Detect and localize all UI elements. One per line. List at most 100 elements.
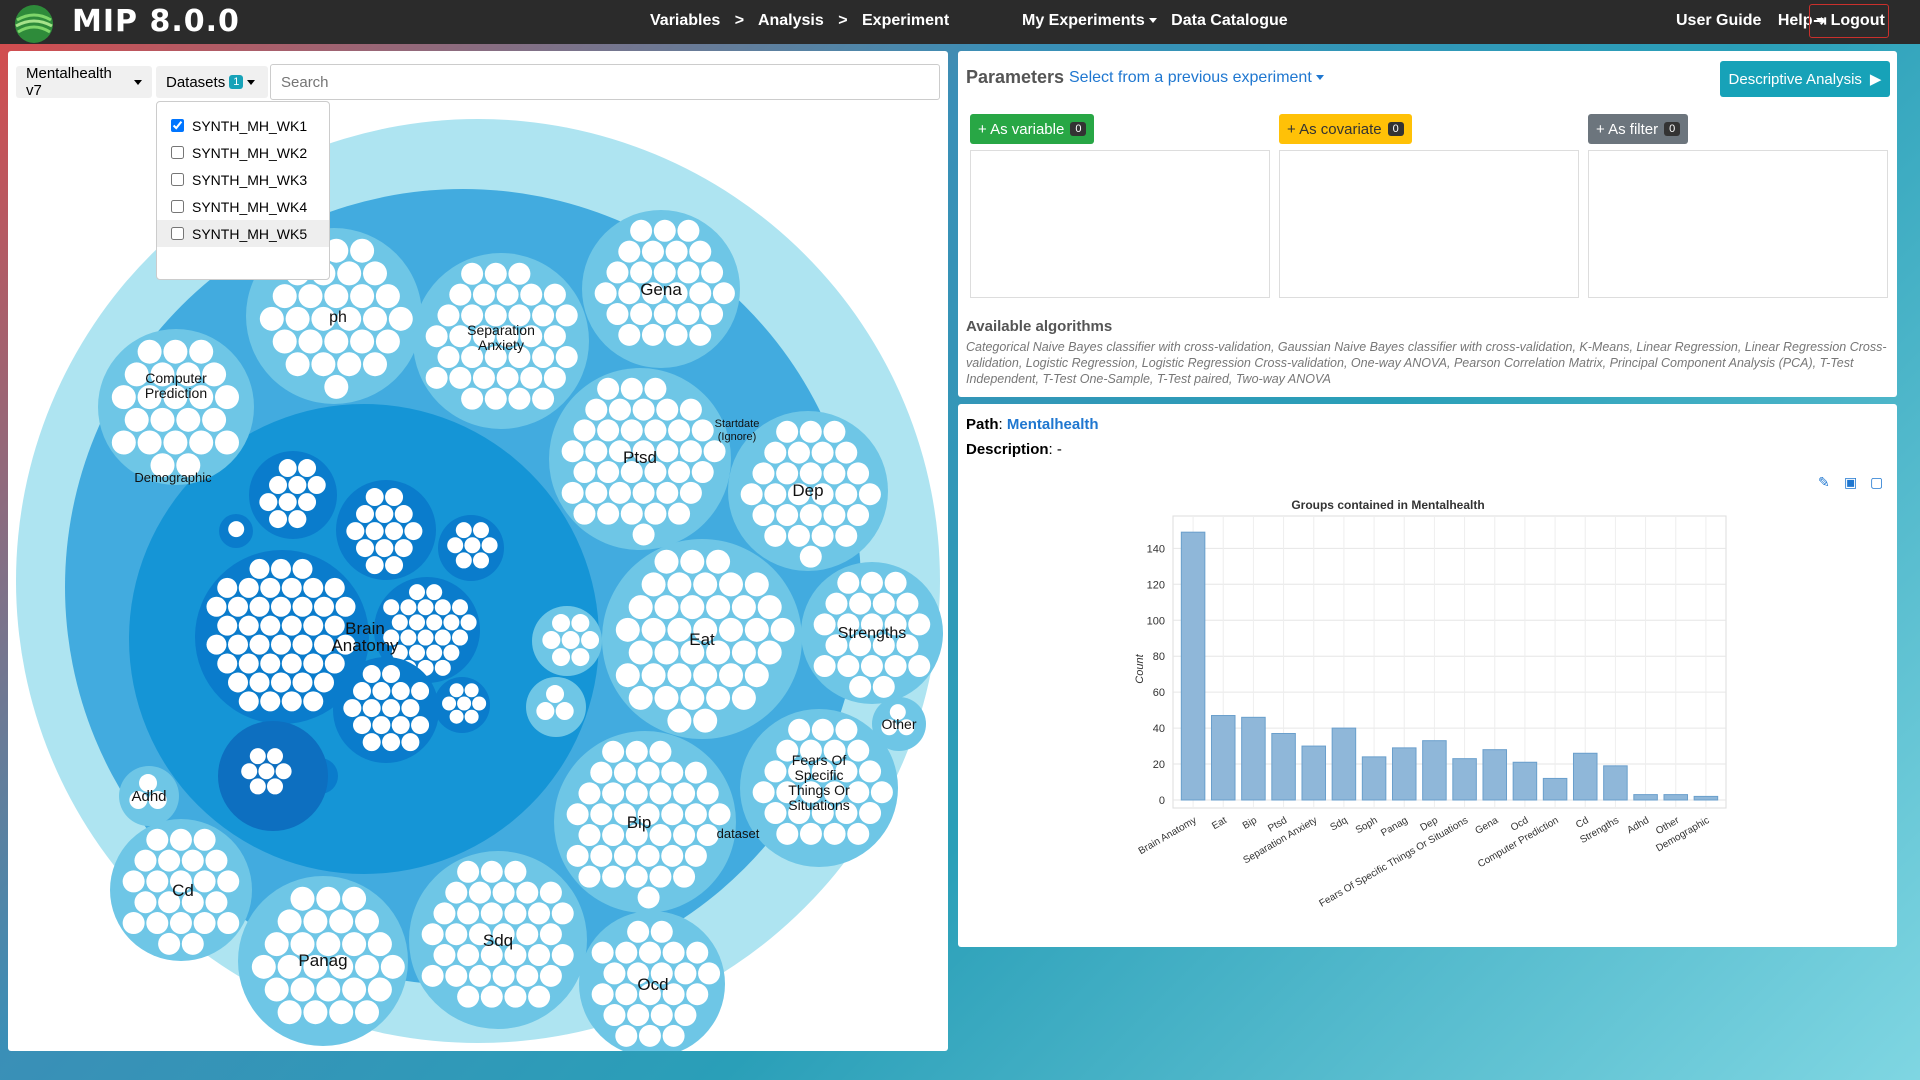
leaf-bubble[interactable] (504, 985, 527, 1008)
leaf-bubble[interactable] (400, 629, 417, 646)
leaf-bubble[interactable] (228, 521, 245, 538)
leaf-bubble[interactable] (472, 696, 487, 711)
leaf-bubble[interactable] (375, 505, 394, 524)
leaf-bubble[interactable] (238, 691, 259, 712)
leaf-bubble[interactable] (811, 441, 834, 464)
leaf-bubble[interactable] (516, 881, 539, 904)
leaf-bubble[interactable] (181, 932, 204, 955)
leaf-bubble[interactable] (481, 537, 498, 554)
dataset-checkbox[interactable] (171, 173, 184, 186)
leaf-bubble[interactable] (696, 824, 719, 847)
leaf-bubble[interactable] (693, 708, 718, 733)
leaf-bubble[interactable] (532, 387, 555, 410)
filter-drop-zone[interactable] (1588, 150, 1888, 298)
leaf-bubble[interactable] (158, 849, 181, 872)
leaf-bubble[interactable] (532, 346, 555, 369)
leaf-bubble[interactable] (447, 537, 464, 554)
leaf-bubble[interactable] (445, 881, 468, 904)
leaf-bubble[interactable] (472, 366, 495, 389)
leaf-bubble[interactable] (680, 549, 705, 574)
leaf-bubble[interactable] (426, 644, 443, 661)
leaf-bubble[interactable] (719, 572, 743, 597)
leaf-bubble[interactable] (615, 941, 638, 964)
leaf-bubble[interactable] (134, 891, 157, 914)
dataset-checkbox[interactable] (171, 200, 184, 213)
bar[interactable] (1271, 732, 1296, 801)
leaf-bubble[interactable] (258, 763, 275, 780)
leaf-bubble[interactable] (689, 282, 712, 305)
leaf-bubble[interactable] (884, 655, 907, 678)
leaf-bubble[interactable] (823, 822, 846, 845)
leaf-bubble[interactable] (637, 844, 660, 867)
leaf-bubble[interactable] (706, 595, 731, 620)
bar[interactable] (1301, 745, 1327, 801)
leaf-bubble[interactable] (473, 552, 489, 569)
leaf-bubble[interactable] (566, 803, 589, 826)
leaf-bubble[interactable] (552, 614, 571, 633)
leaf-bubble[interactable] (425, 325, 448, 348)
leaf-bubble[interactable] (788, 718, 811, 741)
leaf-bubble[interactable] (620, 419, 643, 442)
leaf-bubble[interactable] (835, 441, 858, 464)
leaf-bubble[interactable] (372, 682, 391, 701)
leaf-bubble[interactable] (137, 339, 162, 364)
leaf-bubble[interactable] (764, 802, 787, 825)
leaf-bubble[interactable] (314, 596, 334, 617)
leaf-bubble[interactable] (825, 592, 848, 615)
crumb-analysis[interactable]: Analysis (758, 12, 824, 29)
leaf-bubble[interactable] (311, 352, 336, 377)
bar[interactable] (1241, 716, 1266, 801)
leaf-bubble[interactable] (649, 824, 672, 847)
leaf-bubble[interactable] (591, 941, 614, 964)
leaf-bubble[interactable] (303, 653, 324, 674)
leaf-bubble[interactable] (492, 881, 515, 904)
leaf-bubble[interactable] (457, 860, 480, 883)
leaf-bubble[interactable] (654, 549, 679, 574)
bar[interactable] (1482, 749, 1508, 801)
leaf-bubble[interactable] (281, 615, 302, 636)
leaf-bubble[interactable] (484, 262, 507, 285)
leaf-bubble[interactable] (401, 733, 420, 752)
leaf-bubble[interactable] (111, 430, 136, 455)
leaf-bubble[interactable] (776, 420, 799, 443)
leaf-bubble[interactable] (650, 1004, 673, 1027)
leaf-bubble[interactable] (350, 284, 375, 309)
variable-drop-zone[interactable] (970, 150, 1270, 298)
bar[interactable] (1180, 531, 1206, 801)
leaf-bubble[interactable] (520, 366, 543, 389)
leaf-bubble[interactable] (858, 483, 881, 506)
leaf-bubble[interactable] (543, 366, 566, 389)
leaf-bubble[interactable] (259, 493, 278, 512)
leaf-bubble[interactable] (837, 655, 860, 678)
leaf-bubble[interactable] (292, 634, 313, 655)
leaf-bubble[interactable] (649, 782, 672, 805)
leaf-bubble[interactable] (394, 505, 413, 524)
leaf-bubble[interactable] (597, 502, 620, 525)
leaf-bubble[interactable] (656, 440, 679, 463)
leaf-bubble[interactable] (847, 462, 870, 485)
leaf-bubble[interactable] (908, 613, 931, 636)
leaf-bubble[interactable] (884, 571, 907, 594)
leaf-bubble[interactable] (698, 962, 721, 985)
bar[interactable] (1391, 747, 1417, 801)
leaf-bubble[interactable] (457, 944, 480, 967)
leaf-bubble[interactable] (566, 844, 589, 867)
leaf-bubble[interactable] (189, 430, 214, 455)
leaf-bubble[interactable] (492, 964, 515, 987)
leaf-bubble[interactable] (849, 675, 872, 698)
leaf-bubble[interactable] (618, 282, 641, 305)
leaf-bubble[interactable] (585, 440, 608, 463)
leaf-bubble[interactable] (146, 912, 169, 935)
leaf-bubble[interactable] (298, 329, 323, 354)
leaf-bubble[interactable] (668, 461, 691, 484)
leaf-bubble[interactable] (365, 556, 384, 575)
leaf-bubble[interactable] (249, 634, 270, 655)
leaf-bubble[interactable] (744, 617, 769, 642)
leaf-bubble[interactable] (847, 822, 870, 845)
leaf-bubble[interactable] (628, 640, 653, 665)
leaf-bubble[interactable] (472, 283, 495, 306)
leaf-bubble[interactable] (409, 644, 425, 661)
leaf-bubble[interactable] (394, 539, 413, 558)
leaf-bubble[interactable] (400, 599, 417, 616)
leaf-bubble[interactable] (217, 912, 240, 935)
